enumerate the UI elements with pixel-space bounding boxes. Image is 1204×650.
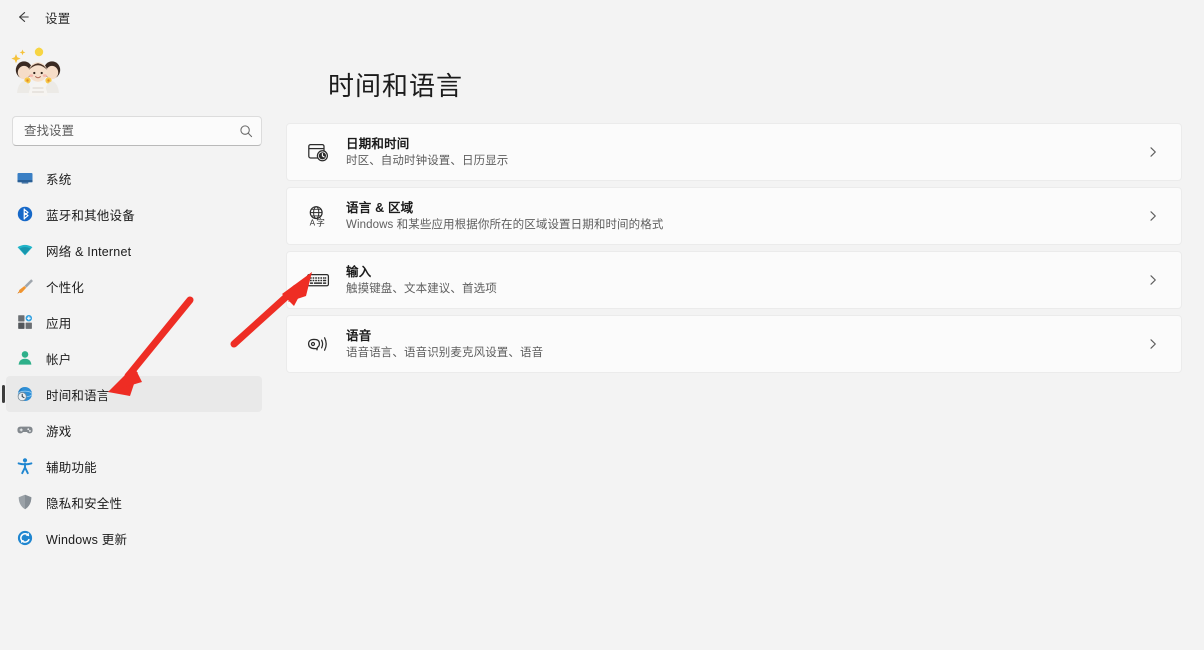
back-arrow-icon — [16, 10, 30, 24]
avatar[interactable] — [10, 42, 66, 100]
sidebar-item-label: 辅助功能 — [46, 460, 97, 475]
bluetooth-icon — [14, 203, 36, 225]
main-content: 时间和语言 日期和时间 时区、自动时钟设置、日历显示 A 字 语言 & 区域 W… — [272, 34, 1204, 650]
card-title: 输入 — [346, 264, 372, 279]
chevron-right-icon[interactable] — [1141, 338, 1165, 350]
paintbrush-icon — [14, 275, 36, 297]
sidebar-item-gaming[interactable]: 游戏 — [6, 412, 262, 448]
clock-globe-icon — [14, 383, 36, 405]
sidebar-item-personalization[interactable]: 个性化 — [6, 268, 262, 304]
card-text: 语音 语音语言、语音识别麦克风设置、语音 — [346, 328, 1141, 361]
gamepad-icon — [14, 419, 36, 441]
user-avatar-image — [11, 46, 61, 96]
sidebar-item-label: 网络 & Internet — [46, 244, 132, 259]
shield-icon — [14, 491, 36, 513]
keyboard-icon — [303, 269, 333, 291]
sidebar-item-label: Windows 更新 — [46, 532, 128, 547]
sidebar-item-label: 系统 — [46, 172, 72, 187]
card-title: 语音 — [346, 328, 372, 343]
update-icon — [14, 527, 36, 549]
apps-icon — [14, 311, 36, 333]
card-text: 语言 & 区域 Windows 和某些应用根据你所在的区域设置日期和时间的格式 — [346, 200, 1141, 233]
card-subtitle: Windows 和某些应用根据你所在的区域设置日期和时间的格式 — [346, 218, 664, 231]
search-input[interactable] — [24, 117, 239, 145]
sidebar-item-label: 蓝牙和其他设备 — [46, 208, 135, 223]
title-bar: 设置 — [0, 0, 1204, 34]
sidebar-item-label: 时间和语言 — [46, 388, 110, 403]
sidebar-nav: 系统 蓝牙和其他设备 网络 & Internet 个性化 应用 帐户 时间和语言… — [0, 160, 272, 556]
sidebar-item-system[interactable]: 系统 — [6, 160, 262, 196]
card-title: 语言 & 区域 — [346, 200, 414, 215]
language-region-icon: A 字 — [303, 205, 333, 227]
chevron-right-icon[interactable] — [1141, 274, 1165, 286]
sidebar-item-label: 游戏 — [46, 424, 72, 439]
settings-card-input[interactable]: 输入 触摸键盘、文本建议、首选项 — [286, 251, 1182, 309]
sidebar-item-label: 个性化 — [46, 280, 85, 295]
chevron-right-icon[interactable] — [1141, 146, 1165, 158]
sidebar-item-bluetooth-devices[interactable]: 蓝牙和其他设备 — [6, 196, 262, 232]
sidebar-item-label: 帐户 — [46, 352, 72, 367]
settings-card-date-and-time[interactable]: 日期和时间 时区、自动时钟设置、日历显示 — [286, 123, 1182, 181]
sidebar-item-windows-update[interactable]: Windows 更新 — [6, 520, 262, 556]
settings-card-language-and-region[interactable]: A 字 语言 & 区域 Windows 和某些应用根据你所在的区域设置日期和时间… — [286, 187, 1182, 245]
sidebar-item-label: 隐私和安全性 — [46, 496, 123, 511]
svg-text:A: A — [310, 218, 316, 227]
settings-card-list: 日期和时间 时区、自动时钟设置、日历显示 A 字 语言 & 区域 Windows… — [286, 123, 1182, 373]
sidebar: 系统 蓝牙和其他设备 网络 & Internet — [0, 34, 272, 650]
sidebar-item-network-internet[interactable]: 网络 & Internet — [6, 232, 262, 268]
settings-card-speech[interactable]: 语音 语音语言、语音识别麦克风设置、语音 — [286, 315, 1182, 373]
sidebar-item-apps[interactable]: 应用 — [6, 304, 262, 340]
monitor-icon — [14, 167, 36, 189]
wifi-icon — [14, 239, 36, 261]
accessibility-icon — [14, 455, 36, 477]
sidebar-item-accessibility[interactable]: 辅助功能 — [6, 448, 262, 484]
page-title: 时间和语言 — [328, 71, 464, 101]
person-icon — [14, 347, 36, 369]
sidebar-item-label: 应用 — [46, 316, 72, 331]
sidebar-item-privacy-security[interactable]: 隐私和安全性 — [6, 484, 262, 520]
sidebar-item-time-and-language[interactable]: 时间和语言 — [2, 376, 262, 412]
card-text: 日期和时间 时区、自动时钟设置、日历显示 — [346, 136, 1141, 169]
card-subtitle: 语音语言、语音识别麦克风设置、语音 — [346, 346, 544, 359]
search-icon[interactable] — [239, 124, 253, 138]
window-title: 设置 — [45, 11, 71, 26]
svg-text:字: 字 — [316, 217, 325, 227]
card-title: 日期和时间 — [346, 136, 410, 151]
calendar-clock-icon — [303, 141, 333, 163]
card-text: 输入 触摸键盘、文本建议、首选项 — [346, 264, 1141, 297]
search-box[interactable] — [12, 116, 262, 146]
card-subtitle: 触摸键盘、文本建议、首选项 — [346, 282, 497, 295]
back-button[interactable] — [8, 4, 38, 30]
card-subtitle: 时区、自动时钟设置、日历显示 — [346, 154, 509, 167]
speech-icon — [303, 333, 333, 355]
sidebar-item-accounts[interactable]: 帐户 — [6, 340, 262, 376]
chevron-right-icon[interactable] — [1141, 210, 1165, 222]
